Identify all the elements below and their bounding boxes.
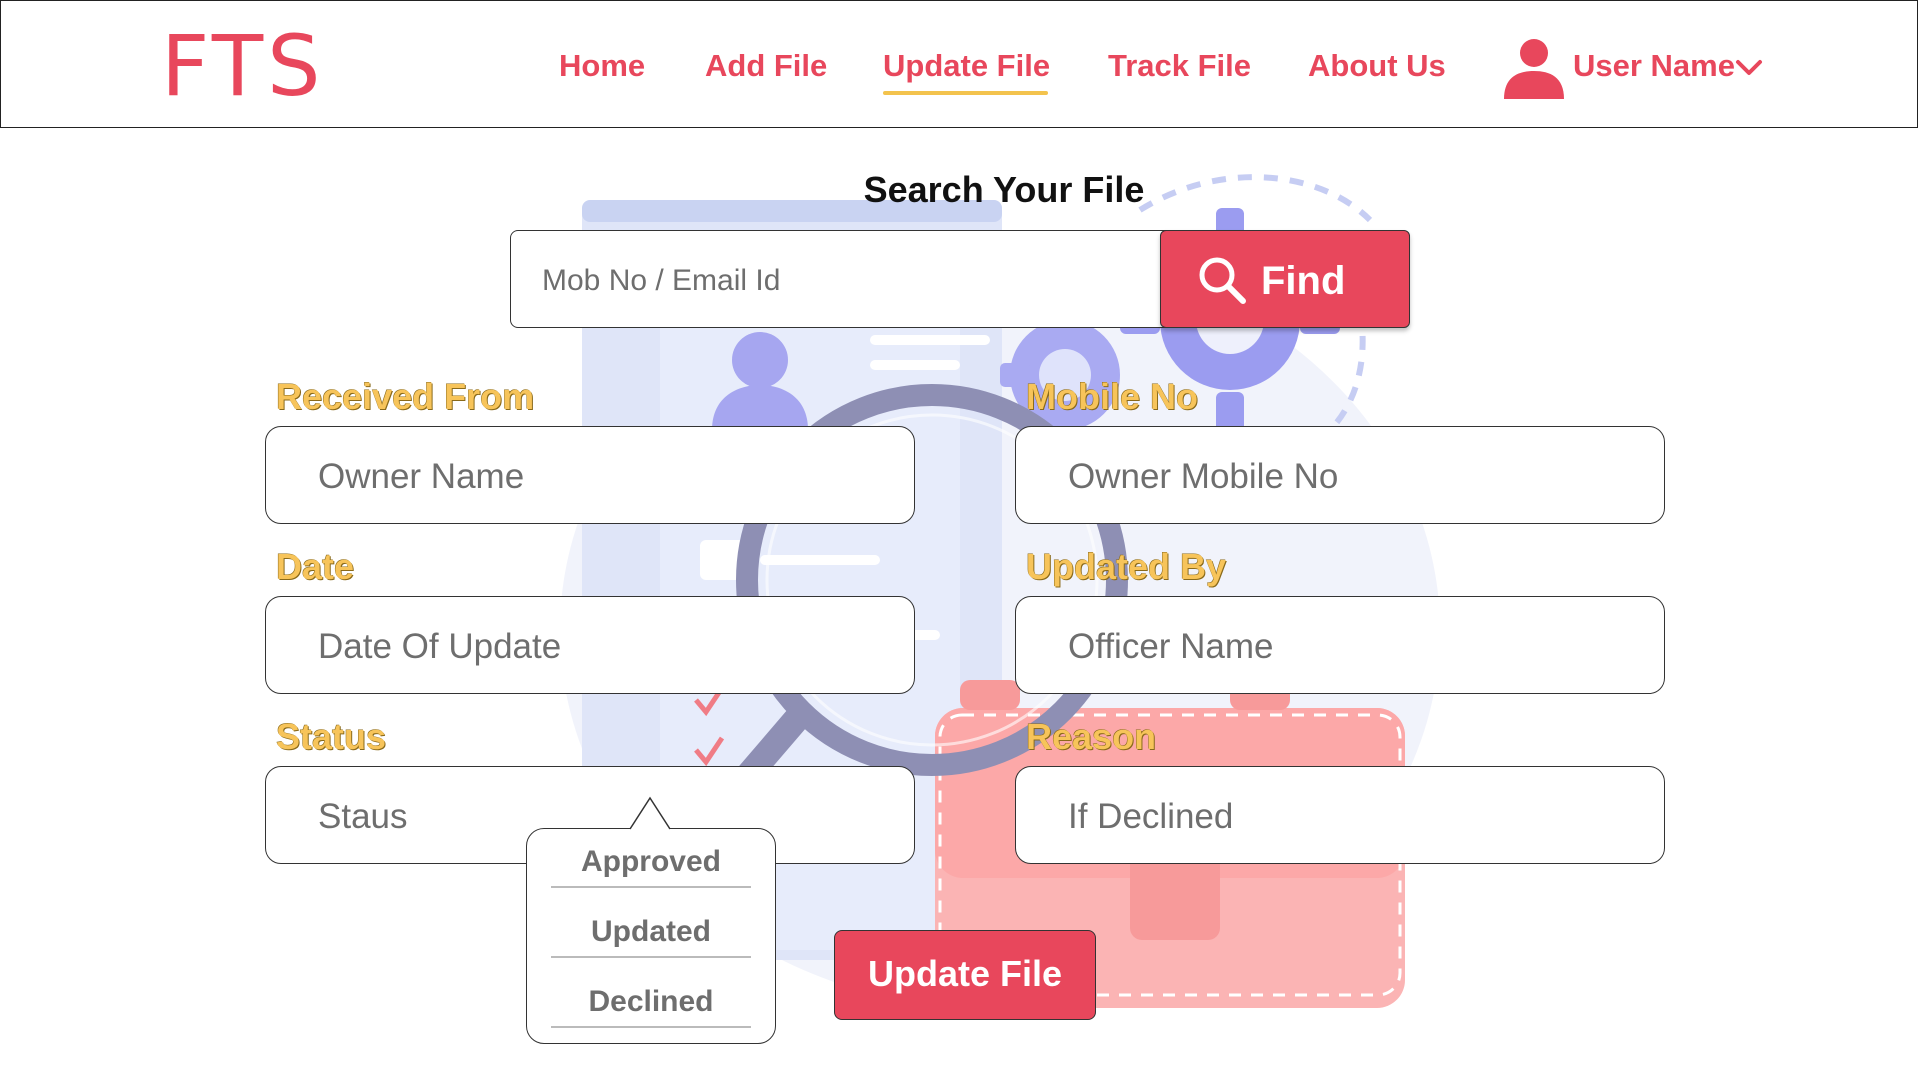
find-button[interactable]: Find [1160, 230, 1410, 328]
user-icon[interactable] [1501, 33, 1567, 99]
nav-home[interactable]: Home [559, 47, 645, 85]
date-label: Date [276, 546, 355, 587]
date-field [265, 596, 915, 694]
search-input[interactable] [540, 258, 1144, 304]
reason-label: Reason [1026, 716, 1157, 757]
nav-add-file[interactable]: Add File [705, 47, 827, 85]
nav-track-file[interactable]: Track File [1108, 47, 1251, 85]
updated-by-label: Updated By [1026, 546, 1227, 587]
status-dropdown: Approved Updated Declined [526, 828, 776, 1044]
dropdown-divider [551, 1026, 751, 1028]
nav-update-file[interactable]: Update File [883, 47, 1050, 85]
date-of-update-input[interactable] [316, 623, 880, 671]
user-name[interactable]: User Name [1573, 47, 1735, 85]
updated-by-field [1015, 596, 1665, 694]
dropdown-divider [551, 886, 751, 888]
mobile-no-field [1015, 426, 1665, 524]
search-icon [1199, 257, 1246, 304]
status-label: Status [276, 716, 387, 757]
owner-name-input[interactable] [316, 453, 880, 501]
find-button-label: Find [1261, 259, 1346, 303]
nav-about-us[interactable]: About Us [1308, 47, 1446, 85]
reason-field [1015, 766, 1665, 864]
app-logo[interactable]: FTS [161, 21, 324, 111]
search-title: Search Your File [863, 169, 1145, 210]
update-file-button[interactable]: Update File [834, 930, 1096, 1020]
chevron-down-icon[interactable] [1735, 57, 1763, 77]
active-nav-underline [883, 91, 1048, 95]
owner-mobile-no-input[interactable] [1066, 453, 1630, 501]
dropdown-divider [551, 956, 751, 958]
top-navbar: FTS Home Add File Update File Track File… [0, 0, 1918, 128]
status-option-declined[interactable]: Declined [551, 977, 751, 1027]
received-from-label: Received From [276, 376, 535, 417]
officer-name-input[interactable] [1066, 623, 1630, 671]
received-from-field [265, 426, 915, 524]
mobile-no-label: Mobile No [1026, 376, 1198, 417]
reason-input[interactable] [1066, 793, 1630, 841]
status-option-updated[interactable]: Updated [551, 907, 751, 957]
status-option-approved[interactable]: Approved [551, 837, 751, 887]
dropdown-pointer [629, 796, 671, 830]
